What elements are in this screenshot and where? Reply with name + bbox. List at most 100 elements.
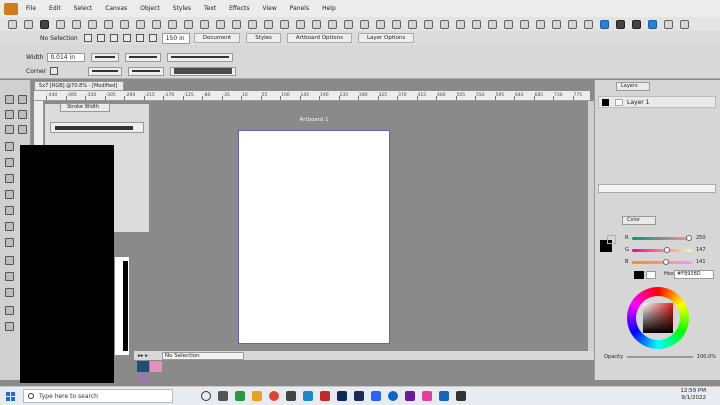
- zoom-icon[interactable]: [148, 34, 157, 42]
- artboard-options-button[interactable]: Artboard Options: [286, 33, 352, 43]
- panels-icon[interactable]: [664, 19, 673, 29]
- saturation-square[interactable]: [643, 303, 673, 333]
- combine-icon[interactable]: [360, 19, 369, 29]
- white-swatch[interactable]: [646, 271, 656, 279]
- grid-icon[interactable]: [504, 19, 513, 29]
- dash-style-select[interactable]: [125, 52, 162, 62]
- subtract-icon[interactable]: [296, 19, 305, 29]
- stroke-style-select[interactable]: [167, 52, 234, 62]
- mask-icon[interactable]: [392, 19, 401, 29]
- snap-enabled-icon[interactable]: [600, 19, 609, 29]
- menu-panels[interactable]: Panels: [290, 5, 309, 12]
- taskbar-search[interactable]: Type here to search: [23, 389, 173, 403]
- cortana-icon[interactable]: [201, 391, 211, 401]
- select-node-icon[interactable]: [96, 34, 105, 42]
- status-selection[interactable]: No Selection: [162, 351, 245, 360]
- stroke-weight-select[interactable]: [170, 66, 237, 76]
- menu-help[interactable]: Help: [322, 5, 336, 12]
- guides-icon[interactable]: [520, 19, 529, 29]
- crop-icon[interactable]: [122, 34, 131, 42]
- menu-view[interactable]: View: [263, 5, 277, 12]
- outline-view-icon[interactable]: [552, 19, 561, 29]
- document-button[interactable]: Document: [193, 33, 241, 43]
- transparency-tool-icon[interactable]: [5, 288, 14, 297]
- menu-effects[interactable]: Effects: [229, 5, 249, 12]
- brush-tool-icon[interactable]: [5, 222, 14, 231]
- menu-canvas[interactable]: Canvas: [105, 5, 127, 12]
- text-tool-icon[interactable]: [5, 190, 14, 199]
- stroke-color-swatch[interactable]: [607, 235, 616, 244]
- swatch-mauve[interactable]: [137, 373, 149, 384]
- file-explorer-icon[interactable]: [252, 391, 262, 401]
- table-tool-icon[interactable]: [5, 256, 14, 265]
- b-slider[interactable]: [632, 259, 692, 265]
- r-value[interactable]: 250: [696, 235, 706, 241]
- ellipse-tool-icon[interactable]: [5, 174, 14, 183]
- swatch-navy[interactable]: [137, 361, 149, 372]
- gradient-tool-icon[interactable]: [18, 125, 27, 134]
- undo-icon[interactable]: [8, 19, 17, 29]
- pencil-tool-icon[interactable]: [5, 158, 14, 167]
- layer-search-input[interactable]: [598, 184, 716, 193]
- teams-icon[interactable]: [405, 391, 415, 401]
- settings-icon[interactable]: [648, 19, 657, 29]
- subselect-tool-icon[interactable]: [18, 95, 27, 104]
- cap-style-select[interactable]: [91, 52, 120, 62]
- knife-tool-icon[interactable]: [18, 110, 27, 119]
- pointer-tool-icon[interactable]: [5, 95, 14, 104]
- lock-icon[interactable]: [424, 19, 433, 29]
- b-value[interactable]: 141: [696, 259, 706, 265]
- styles-button[interactable]: Styles: [246, 33, 281, 43]
- join-style-select[interactable]: [88, 66, 123, 76]
- divide-icon[interactable]: [344, 19, 353, 29]
- menu-file[interactable]: File: [26, 5, 36, 12]
- r-slider[interactable]: [632, 235, 692, 241]
- align-middle-icon[interactable]: [120, 19, 129, 29]
- color-wheel[interactable]: [627, 287, 689, 349]
- snap-icon[interactable]: [488, 19, 497, 29]
- mail-icon[interactable]: [303, 391, 313, 401]
- stroke-preview-select[interactable]: [50, 122, 144, 133]
- hex-input[interactable]: #F8938D: [674, 270, 714, 279]
- terminal-icon[interactable]: [456, 391, 466, 401]
- layer-row[interactable]: Layer 1: [598, 96, 716, 108]
- select-arrow-icon[interactable]: [83, 34, 92, 42]
- black-swatch[interactable]: [634, 271, 644, 279]
- arrow-style-select[interactable]: [128, 66, 165, 76]
- menu-styles[interactable]: Styles: [173, 5, 191, 12]
- layer-options-button[interactable]: Layer Options: [357, 33, 415, 43]
- workspace-icon[interactable]: [680, 19, 689, 29]
- g-value[interactable]: 147: [696, 247, 706, 253]
- app-icon[interactable]: [286, 391, 296, 401]
- align-center-icon[interactable]: [72, 19, 81, 29]
- menu-object[interactable]: Object: [140, 5, 160, 12]
- arrange-back-icon[interactable]: [216, 19, 225, 29]
- unlock-icon[interactable]: [440, 19, 449, 29]
- node-tool-icon[interactable]: [5, 110, 14, 119]
- stroke-width-tab[interactable]: Stroke Width: [60, 103, 110, 112]
- edge-icon[interactable]: [388, 391, 398, 401]
- refresh-icon[interactable]: [40, 19, 49, 29]
- windows-start-icon[interactable]: [6, 391, 15, 401]
- intersect-icon[interactable]: [312, 19, 321, 29]
- chrome-icon[interactable]: [269, 391, 279, 401]
- break-icon[interactable]: [376, 19, 385, 29]
- corner-icon[interactable]: [50, 67, 59, 75]
- group-icon[interactable]: [168, 19, 177, 29]
- width-field[interactable]: 0.014 in: [47, 52, 86, 62]
- menu-select[interactable]: Select: [74, 5, 93, 12]
- acrobat-icon[interactable]: [320, 391, 330, 401]
- transform-icon[interactable]: [109, 34, 118, 42]
- outlook-icon[interactable]: [439, 391, 449, 401]
- distribute-icon[interactable]: [152, 19, 161, 29]
- menu-text[interactable]: Text: [204, 5, 216, 12]
- align-top-icon[interactable]: [104, 19, 113, 29]
- blend-tool-icon[interactable]: [5, 272, 14, 281]
- rulers-icon[interactable]: [536, 19, 545, 29]
- flip-vertical-icon[interactable]: [248, 19, 257, 29]
- view-mode-icon[interactable]: [616, 19, 625, 29]
- pen-tool-icon[interactable]: [5, 206, 14, 215]
- page-nav-icon[interactable]: ▸▸ ▸: [138, 353, 148, 359]
- preview-icon[interactable]: [632, 19, 641, 29]
- eyedropper-tool-icon[interactable]: [5, 142, 14, 151]
